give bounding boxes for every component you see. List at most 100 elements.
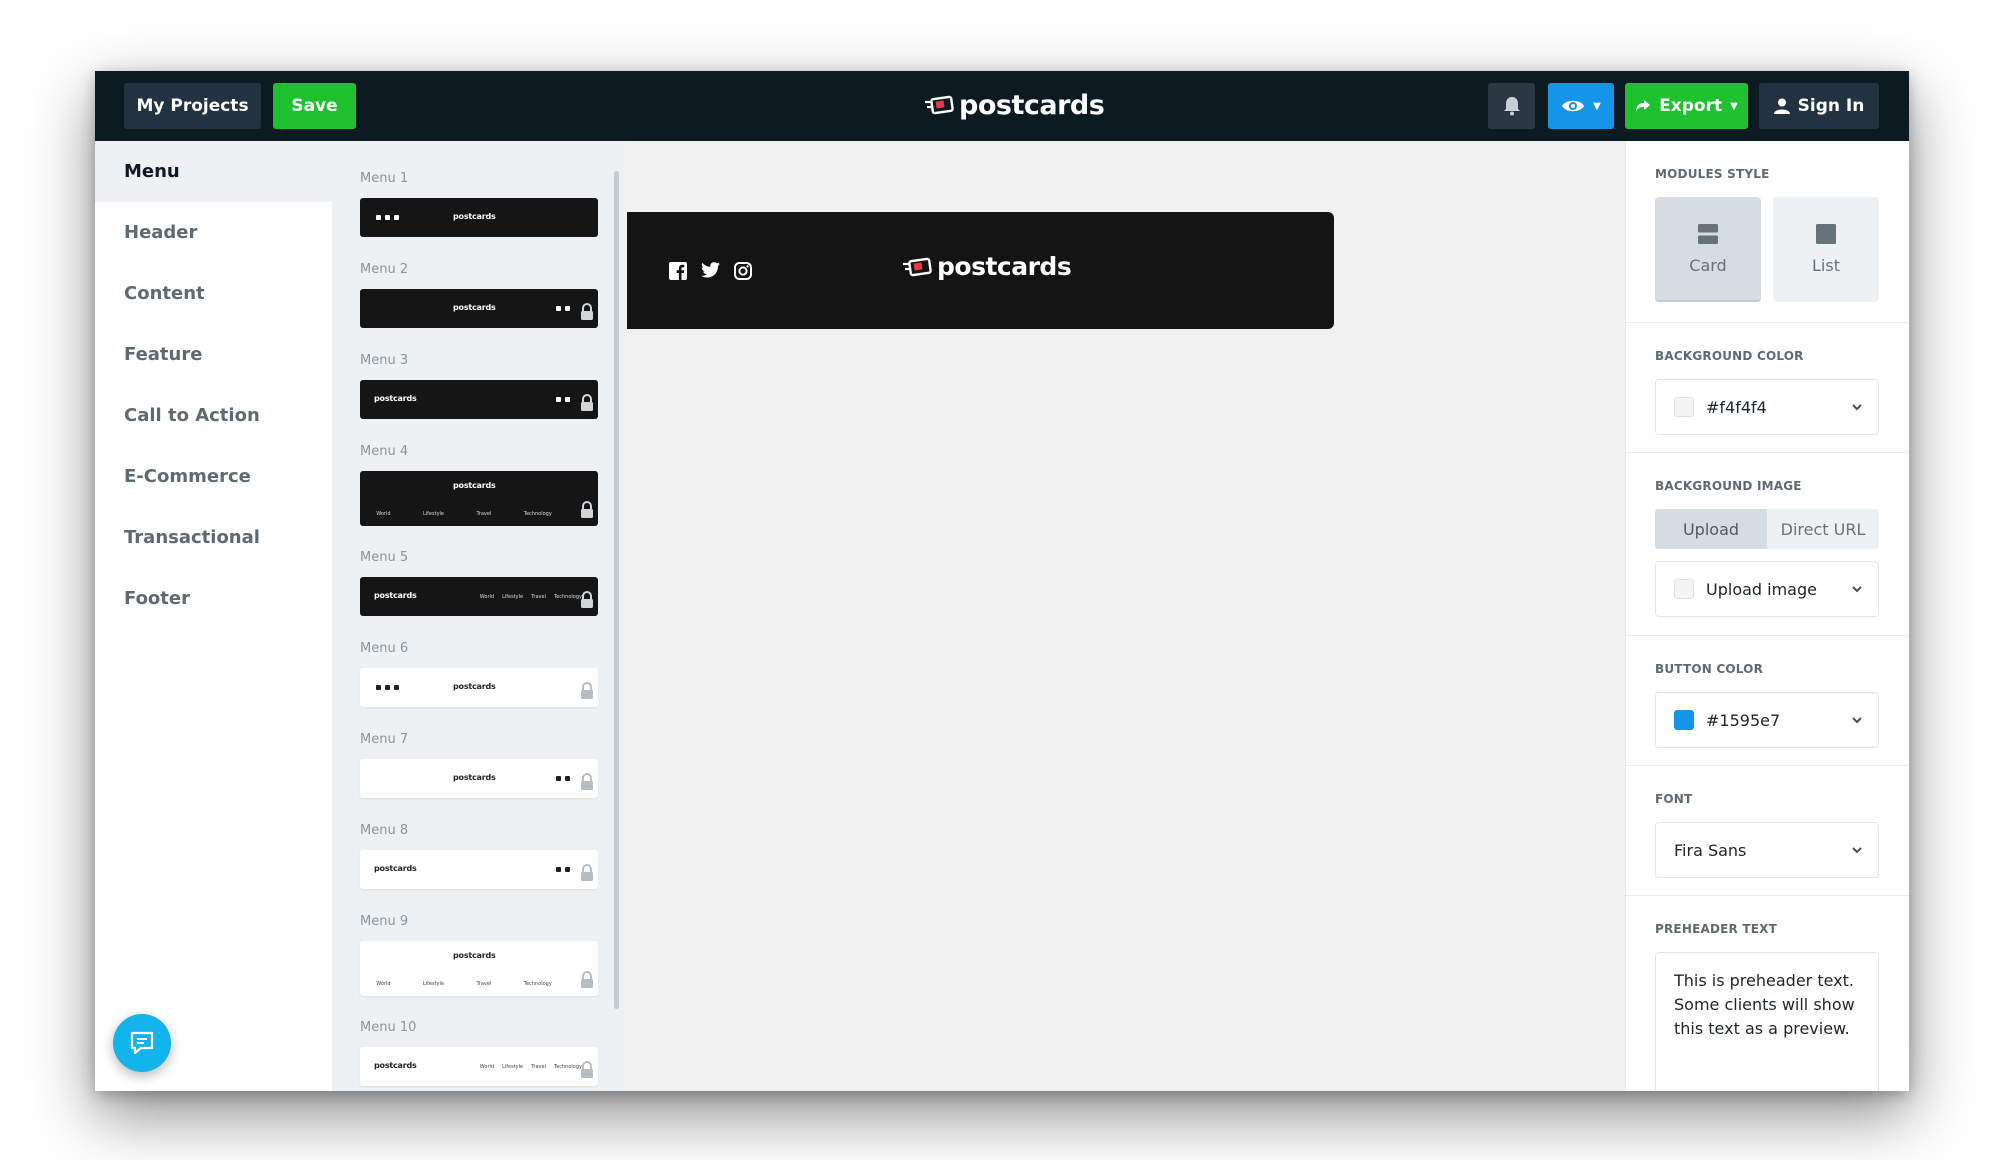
share-icon — [1636, 100, 1651, 112]
list-item: Menu 9 postcards World Lifestyle Travel … — [360, 914, 598, 996]
category-label: Footer — [124, 588, 190, 609]
upload-tab[interactable]: Upload — [1655, 509, 1767, 549]
category-label: Menu — [124, 161, 180, 182]
export-button[interactable]: Export ▼ — [1625, 83, 1748, 129]
background-color-picker[interactable]: #f4f4f4 — [1655, 379, 1879, 435]
template-thumbnail[interactable]: postcards World Lifestyle Travel Technol… — [360, 577, 598, 616]
category-label: Transactional — [124, 527, 260, 548]
user-icon — [1773, 98, 1790, 114]
twitter-icon[interactable] — [701, 262, 720, 278]
category-label: Content — [124, 283, 205, 304]
font-select[interactable]: Fira Sans — [1655, 822, 1879, 878]
button-color-section: BUTTON COLOR #1595e7 — [1626, 636, 1909, 766]
thumb-nav-item: Travel — [531, 1064, 546, 1070]
list-item: Menu 5 postcards World Lifestyle Travel … — [360, 550, 598, 616]
menu-module-preview[interactable]: postcards — [627, 212, 1334, 329]
template-thumbnail[interactable]: postcards — [360, 850, 598, 889]
preview-button[interactable]: ▼ — [1548, 83, 1614, 129]
save-button[interactable]: Save — [273, 83, 356, 129]
thumb-nav-item: Technology — [523, 511, 552, 517]
top-bar: My Projects Save postcards ▼ Export ▼ Si… — [95, 71, 1909, 141]
chevron-down-icon: ▼ — [1593, 100, 1601, 112]
template-thumbnail[interactable]: postcards — [360, 759, 598, 798]
category-feature[interactable]: Feature — [95, 324, 332, 385]
chevron-down-icon — [1852, 586, 1862, 593]
chat-button[interactable] — [113, 1014, 171, 1072]
list-item: Menu 10 postcards World Lifestyle Travel… — [360, 1020, 598, 1086]
template-thumbnail[interactable]: postcards World Lifestyle Travel Technol… — [360, 471, 598, 526]
thumb-nav-item: Technology — [553, 594, 582, 600]
list-style-option[interactable]: List — [1773, 197, 1879, 302]
template-label: Menu 9 — [360, 914, 409, 929]
thumb-nav-item: Lifestyle — [423, 511, 445, 517]
category-call-to-action[interactable]: Call to Action — [95, 385, 332, 446]
category-menu[interactable]: Menu — [95, 141, 332, 202]
thumb-logo: postcards — [374, 394, 417, 403]
template-thumbnail[interactable]: postcards World Lifestyle Travel Technol… — [360, 1047, 598, 1086]
direct-url-tab[interactable]: Direct URL — [1767, 509, 1879, 549]
template-label: Menu 6 — [360, 641, 409, 656]
template-label: Menu 3 — [360, 353, 409, 368]
font-value: Fira Sans — [1674, 840, 1747, 860]
modules-style-section: MODULES STYLE Card List — [1626, 141, 1909, 323]
thumb-logo: postcards — [374, 591, 417, 600]
category-label: Feature — [124, 344, 203, 365]
thumb-logo: postcards — [453, 481, 496, 490]
list-item: Menu 3 postcards — [360, 353, 598, 419]
background-image-section: BACKGROUND IMAGE Upload Direct URL Uploa… — [1626, 453, 1909, 636]
settings-panel: MODULES STYLE Card List BACKGROUND COLOR… — [1625, 141, 1909, 1091]
thumb-logo: postcards — [374, 864, 417, 873]
lock-icon — [581, 501, 593, 518]
template-thumbnail[interactable]: postcards — [360, 380, 598, 419]
list-item: Menu 7 postcards — [360, 732, 598, 798]
chevron-down-icon: ▼ — [1730, 100, 1738, 112]
sign-in-button[interactable]: Sign In — [1759, 83, 1879, 129]
bell-icon — [1503, 97, 1520, 116]
category-footer[interactable]: Footer — [95, 568, 332, 629]
template-label: Menu 1 — [360, 171, 409, 186]
card-style-option[interactable]: Card — [1655, 197, 1761, 302]
chevron-down-icon — [1852, 717, 1862, 724]
template-thumbnail[interactable]: postcards — [360, 668, 598, 707]
template-thumbnail[interactable]: postcards World Lifestyle Travel Technol… — [360, 941, 598, 996]
thumb-logo: postcards — [453, 773, 496, 782]
list-item: Menu 2 postcards — [360, 262, 598, 328]
category-label: E-Commerce — [124, 466, 251, 487]
lock-icon — [581, 971, 593, 988]
list-item: Menu 1 postcards — [360, 171, 598, 237]
lock-icon — [581, 591, 593, 608]
app-window: My Projects Save postcards ▼ Export ▼ Si… — [95, 71, 1909, 1091]
category-transactional[interactable]: Transactional — [95, 507, 332, 568]
chevron-down-icon — [1852, 404, 1862, 411]
chat-icon — [130, 1031, 154, 1055]
button-color-value: #1595e7 — [1706, 710, 1781, 730]
facebook-icon[interactable] — [669, 262, 687, 280]
template-label: Menu 2 — [360, 262, 409, 277]
list-label: List — [1812, 256, 1840, 275]
notifications-button[interactable] — [1488, 83, 1535, 129]
thumb-logo: postcards — [453, 212, 496, 221]
lock-icon — [581, 394, 593, 411]
email-logo: postcards — [903, 252, 1072, 281]
category-sidebar: Menu Header Content Feature Call to Acti… — [95, 141, 332, 1091]
category-header[interactable]: Header — [95, 202, 332, 263]
button-color-picker[interactable]: #1595e7 — [1655, 692, 1879, 748]
template-thumbnail[interactable]: postcards — [360, 198, 598, 237]
category-e-commerce[interactable]: E-Commerce — [95, 446, 332, 507]
category-content[interactable]: Content — [95, 263, 332, 324]
background-color-value: #f4f4f4 — [1706, 397, 1767, 417]
preheader-textarea[interactable]: This is preheader text. Some clients wil… — [1655, 952, 1879, 1091]
instagram-icon[interactable] — [734, 262, 752, 280]
thumb-nav-item: Technology — [523, 981, 552, 987]
sign-in-label: Sign In — [1797, 96, 1865, 116]
upload-image-select[interactable]: Upload image — [1655, 561, 1879, 617]
template-label: Menu 8 — [360, 823, 409, 838]
postcards-logo-icon — [903, 257, 932, 276]
card-label: Card — [1689, 256, 1727, 275]
template-thumbnail[interactable]: postcards — [360, 289, 598, 328]
upload-image-value: Upload image — [1706, 579, 1817, 599]
my-projects-button[interactable]: My Projects — [124, 83, 261, 129]
lock-icon — [581, 1061, 593, 1078]
template-label: Menu 10 — [360, 1020, 417, 1035]
template-list-scrollbar[interactable] — [614, 171, 619, 1009]
